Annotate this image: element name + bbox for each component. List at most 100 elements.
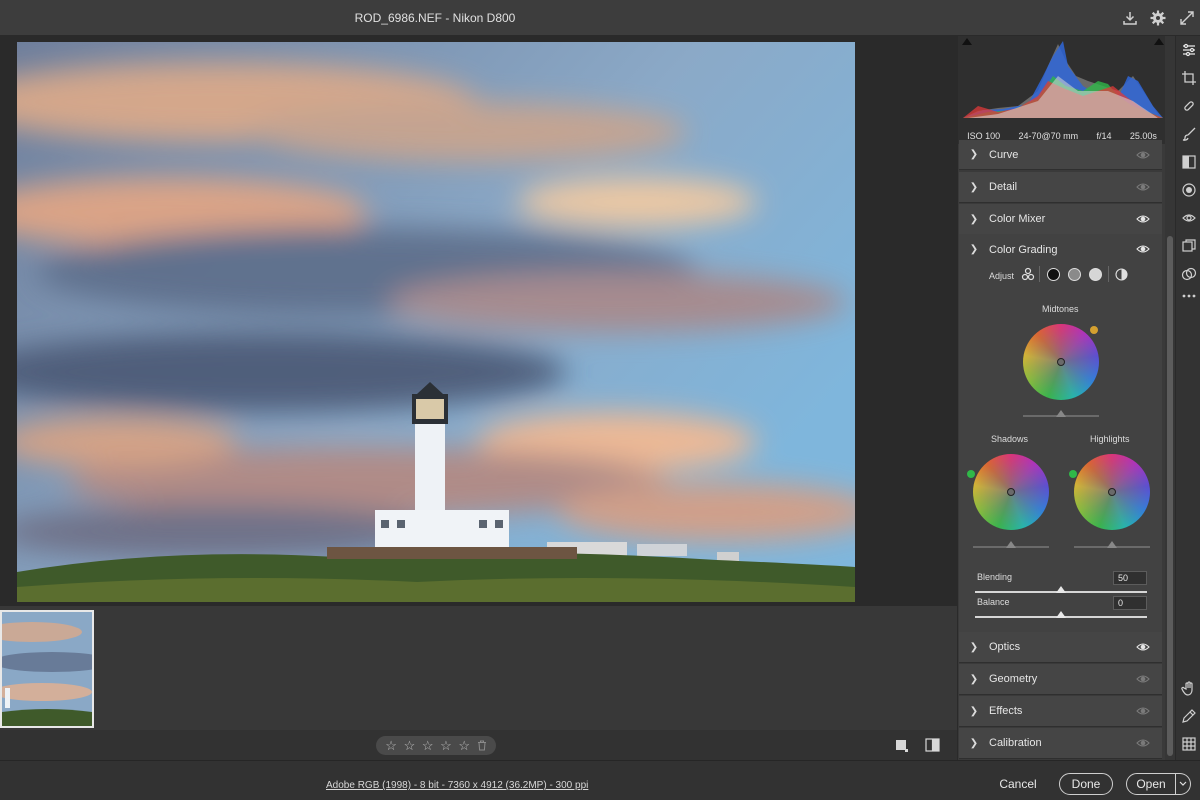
star-icon[interactable]: ☆ xyxy=(385,738,397,754)
save-icon[interactable] xyxy=(1121,9,1139,27)
star-icon[interactable]: ☆ xyxy=(422,738,434,754)
highlights-luminance-thumb[interactable] xyxy=(1107,541,1117,548)
chevron-right-icon: ❯ xyxy=(969,641,979,653)
global-mode-icon[interactable] xyxy=(1115,268,1128,281)
trash-icon[interactable] xyxy=(477,740,487,751)
chevron-right-icon: ❯ xyxy=(969,213,979,225)
single-view-icon[interactable] xyxy=(895,739,908,752)
midtones-hue-handle[interactable] xyxy=(1090,326,1098,334)
red-eye-icon[interactable] xyxy=(1181,210,1197,226)
panel-curve[interactable]: ❯ Curve xyxy=(959,140,1162,170)
panel-optics[interactable]: ❯ Optics xyxy=(959,632,1162,663)
footer-bar: Adobe RGB (1998) - 8 bit - 7360 x 4912 (… xyxy=(0,760,1200,800)
histogram-graph xyxy=(963,41,1163,118)
highlights-hue-handle[interactable] xyxy=(1069,470,1077,478)
star-icon[interactable]: ☆ xyxy=(404,738,416,754)
tool-strip xyxy=(1175,36,1200,760)
before-after-icon[interactable] xyxy=(925,738,940,752)
balance-slider-thumb[interactable] xyxy=(1056,611,1066,618)
open-button[interactable]: Open xyxy=(1126,773,1176,795)
eye-icon[interactable] xyxy=(1136,641,1150,653)
balance-label: Balance xyxy=(977,597,1010,607)
shadows-handle[interactable] xyxy=(1007,488,1015,496)
midtones-handle[interactable] xyxy=(1057,358,1065,366)
adjust-divider xyxy=(1108,266,1109,282)
panel-effects-label: Effects xyxy=(989,705,1023,717)
image-canvas[interactable] xyxy=(0,36,957,606)
star-icon[interactable]: ☆ xyxy=(440,738,452,754)
three-way-icon[interactable] xyxy=(1021,267,1035,281)
midtones-color-wheel[interactable] xyxy=(1023,324,1099,400)
shadows-mode-button[interactable] xyxy=(1047,268,1060,281)
shadow-clipping-toggle[interactable] xyxy=(962,38,972,45)
file-info-link[interactable]: Adobe RGB (1998) - 8 bit - 7360 x 4912 (… xyxy=(326,780,588,791)
title-bar: ROD_6986.NEF - Nikon D800 xyxy=(0,0,1200,36)
blending-label: Blending xyxy=(977,572,1013,582)
more-icon[interactable] xyxy=(1181,288,1197,304)
panel-color-mixer-label: Color Mixer xyxy=(989,213,1046,225)
healing-icon[interactable] xyxy=(1181,98,1197,114)
star-icon[interactable]: ☆ xyxy=(458,738,470,754)
panel-color-grading[interactable]: ❯ Color Grading xyxy=(959,234,1162,265)
panel-color-mixer[interactable]: ❯ Color Mixer xyxy=(959,204,1162,235)
panel-curve-label: Curve xyxy=(989,148,1019,161)
thumbnail-image xyxy=(2,612,92,726)
highlights-color-wheel[interactable] xyxy=(1074,454,1150,530)
highlights-mode-button[interactable] xyxy=(1089,268,1102,281)
adjust-divider xyxy=(1039,266,1040,282)
midtones-label: Midtones xyxy=(1042,304,1079,314)
cancel-button[interactable]: Cancel xyxy=(990,773,1046,795)
snapshots-icon[interactable] xyxy=(1181,238,1197,254)
midtones-mode-button[interactable] xyxy=(1068,268,1081,281)
panel-scrollbar[interactable] xyxy=(1165,36,1175,760)
hand-icon[interactable] xyxy=(1181,680,1197,696)
brush-icon[interactable] xyxy=(1181,126,1197,142)
balance-input[interactable]: 0 xyxy=(1113,596,1147,610)
eye-icon[interactable] xyxy=(1136,213,1150,225)
panel-calibration[interactable]: ❯ Calibration xyxy=(959,728,1162,759)
photo-preview[interactable] xyxy=(17,42,855,602)
highlights-label: Highlights xyxy=(1090,434,1130,444)
shadows-luminance-thumb[interactable] xyxy=(1006,541,1016,548)
eye-icon[interactable] xyxy=(1136,737,1150,749)
highlights-handle[interactable] xyxy=(1108,488,1116,496)
eye-icon[interactable] xyxy=(1136,181,1150,193)
chevron-down-icon xyxy=(1179,781,1186,786)
panel-effects[interactable]: ❯ Effects xyxy=(959,696,1162,727)
linear-gradient-icon[interactable] xyxy=(1181,154,1197,170)
highlight-clipping-toggle[interactable] xyxy=(1154,38,1164,45)
panel-detail-label: Detail xyxy=(989,181,1018,193)
shadows-color-wheel[interactable] xyxy=(973,454,1049,530)
chevron-right-icon: ❯ xyxy=(969,737,979,749)
star-rating: ☆ ☆ ☆ ☆ ☆ xyxy=(376,736,496,755)
color-grading-panel: ❯ Color Grading Adjust Midtones Shadows … xyxy=(959,234,1162,632)
panel-scrollbar-thumb[interactable] xyxy=(1167,236,1173,756)
eyedropper-icon[interactable] xyxy=(1181,708,1197,724)
filmstrip-thumbnail[interactable] xyxy=(0,610,94,728)
done-button[interactable]: Done xyxy=(1059,773,1113,795)
filmstrip xyxy=(0,606,957,730)
blending-slider-thumb[interactable] xyxy=(1056,586,1066,593)
eye-icon[interactable] xyxy=(1136,243,1150,255)
panel-geometry[interactable]: ❯ Geometry xyxy=(959,664,1162,695)
radial-gradient-icon[interactable] xyxy=(1181,182,1197,198)
panel-color-grading-label: Color Grading xyxy=(989,243,1058,256)
open-options-button[interactable] xyxy=(1175,773,1191,795)
rating-bar: ☆ ☆ ☆ ☆ ☆ xyxy=(0,730,957,760)
chevron-right-icon: ❯ xyxy=(969,181,979,193)
presets-icon[interactable] xyxy=(1181,266,1197,282)
grid-icon[interactable] xyxy=(1181,736,1197,752)
eye-icon[interactable] xyxy=(1136,705,1150,717)
shadows-hue-handle[interactable] xyxy=(967,470,975,478)
fullscreen-icon[interactable] xyxy=(1178,9,1196,27)
midtones-luminance-thumb[interactable] xyxy=(1056,410,1066,417)
eye-icon[interactable] xyxy=(1136,673,1150,685)
blending-input[interactable]: 50 xyxy=(1113,571,1147,585)
panel-detail[interactable]: ❯ Detail xyxy=(959,172,1162,203)
gear-icon[interactable] xyxy=(1149,9,1167,27)
eye-icon[interactable] xyxy=(1136,149,1150,161)
crop-icon[interactable] xyxy=(1181,70,1197,86)
chevron-right-icon: ❯ xyxy=(969,673,979,685)
edit-sliders-icon[interactable] xyxy=(1181,42,1197,58)
panel-geometry-label: Geometry xyxy=(989,673,1038,685)
